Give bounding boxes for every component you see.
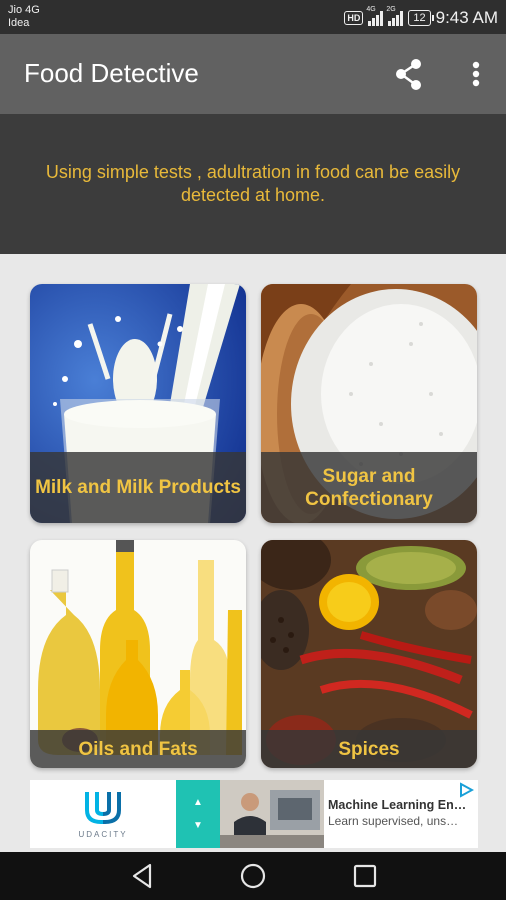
ad-title: Machine Learning En…: [328, 798, 467, 812]
ad-text: Machine Learning En… Learn supervised, u…: [328, 798, 474, 828]
status-bar: Jio 4G Idea HD 4G 2G 12 9:43 AM: [0, 0, 506, 34]
signal-icon-2: 2G: [386, 6, 404, 26]
arrow-up-icon: ▲: [193, 797, 203, 808]
network-type-2: 2G: [386, 6, 396, 13]
network-type-1: 4G: [366, 6, 376, 13]
category-label: Spices: [261, 730, 477, 768]
app-title: Food Detective: [24, 58, 199, 88]
more-vert-icon: [472, 61, 480, 87]
intro-text: Using simple tests , adultration in food…: [45, 162, 461, 205]
home-button[interactable]: [238, 861, 268, 891]
status-icons: HD 4G 2G 12 9:43 AM: [344, 6, 498, 29]
signal-icon: 4G: [366, 6, 384, 26]
back-button[interactable]: [128, 861, 158, 891]
battery-icon: 12: [408, 10, 434, 26]
ad-subtitle: Learn supervised, uns…: [328, 814, 459, 828]
ad-logo: UDACITY: [30, 780, 176, 848]
udacity-logo-icon: [85, 791, 121, 824]
app-bar: Food Detective: [0, 34, 506, 114]
arrow-down-icon: ▼: [193, 820, 203, 831]
overflow-menu-button[interactable]: [458, 54, 494, 96]
category-label: Oils and Fats: [30, 730, 246, 768]
carrier-1: Jio 4G: [8, 4, 40, 16]
category-label: Milk and Milk Products: [30, 452, 246, 523]
ad-brand: UDACITY: [78, 829, 128, 839]
ad-carousel-control[interactable]: ▲ ▼: [176, 780, 220, 848]
ad-banner[interactable]: UDACITY ▲ ▼ Machine Learning En… Learn s…: [30, 780, 478, 848]
clock: 9:43 AM: [435, 8, 498, 27]
share-button[interactable]: [388, 54, 430, 96]
ad-choices-icon[interactable]: [458, 782, 474, 798]
category-card-oils[interactable]: Oils and Fats: [30, 540, 246, 768]
category-card-sugar[interactable]: Sugar and Confectionary: [261, 284, 477, 523]
category-card-milk[interactable]: Milk and Milk Products: [30, 284, 246, 523]
share-icon: [396, 59, 421, 90]
carrier-2: Idea: [8, 17, 30, 29]
hd-badge: HD: [344, 11, 364, 25]
category-card-spices[interactable]: Spices: [261, 540, 477, 768]
ad-photo: [220, 780, 324, 848]
category-label: Sugar and Confectionary: [261, 452, 477, 523]
carrier-info: Jio 4G Idea: [8, 4, 40, 30]
intro-banner: Using simple tests , adultration in food…: [0, 114, 506, 254]
recents-button[interactable]: [350, 861, 380, 891]
system-nav-bar: [0, 852, 506, 900]
